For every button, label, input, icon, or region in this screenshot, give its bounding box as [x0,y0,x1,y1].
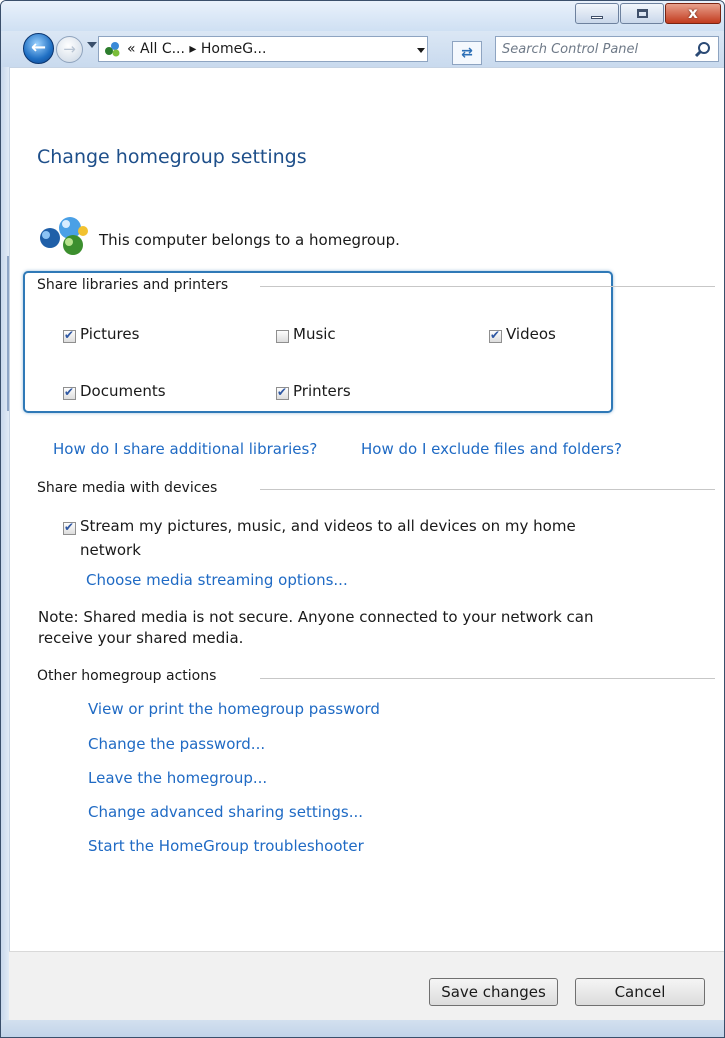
exclude-files-link[interactable]: How do I exclude files and folders? [361,440,622,458]
share-additional-libraries-link[interactable]: How do I share additional libraries? [53,440,317,458]
other-actions-divider [260,678,715,679]
forward-arrow-icon: → [63,40,76,58]
pictures-checkbox[interactable] [63,328,76,343]
control-panel-icon [105,42,120,57]
view-password-link[interactable]: View or print the homegroup password [88,700,380,718]
stream-media-checkbox[interactable] [63,520,76,535]
homegroup-status-text: This computer belongs to a homegroup. [99,231,400,249]
footer-bar: Save changes Cancel [9,951,724,1020]
control-panel-window: x ← → « All C... ▸ HomeG... ⇄ Cha [0,0,725,1038]
search-icon[interactable] [694,41,712,59]
back-button[interactable]: ← [23,33,54,64]
refresh-button[interactable]: ⇄ [452,41,482,65]
change-password-link[interactable]: Change the password... [88,735,265,753]
advanced-sharing-link[interactable]: Change advanced sharing settings... [88,803,363,821]
other-actions-header: Other homegroup actions [37,668,227,684]
recent-pages-dropdown[interactable] [87,42,97,48]
videos-label[interactable]: Videos [506,325,556,343]
navigation-pane-edge [1,67,9,1020]
share-libraries-header: Share libraries and printers [37,277,239,293]
share-media-divider [260,489,715,490]
navigation-bar: ← → « All C... ▸ HomeG... ⇄ [1,31,724,67]
refresh-icon: ⇄ [461,45,473,61]
stream-media-label-cont[interactable]: network [80,541,141,559]
search-box[interactable] [495,36,719,62]
videos-checkbox[interactable] [489,328,502,343]
media-streaming-options-link[interactable]: Choose media streaming options... [86,571,348,589]
music-label[interactable]: Music [293,325,336,343]
save-changes-button[interactable]: Save changes [429,978,558,1006]
title-bar: x [1,1,724,31]
back-arrow-icon: ← [30,37,47,58]
search-input[interactable] [502,40,682,58]
printers-checkbox[interactable] [276,385,289,400]
breadcrumb[interactable]: « All C... ▸ HomeG... [127,41,266,57]
documents-checkbox[interactable] [63,385,76,400]
address-bar[interactable]: « All C... ▸ HomeG... [98,36,428,62]
media-security-note-cont: receive your shared media. [38,629,244,647]
music-checkbox[interactable] [276,330,289,343]
documents-label[interactable]: Documents [80,382,166,400]
homegroup-icon [40,217,88,255]
maximize-button[interactable] [620,3,664,24]
content-pane: Change homegroup settings This computer … [9,67,724,1020]
page-title: Change homegroup settings [37,146,307,168]
troubleshooter-link[interactable]: Start the HomeGroup troubleshooter [88,837,364,855]
minimize-button[interactable] [575,3,619,24]
printers-label[interactable]: Printers [293,382,351,400]
window-bottom-frame [1,1020,724,1037]
close-button[interactable]: x [665,3,721,24]
close-icon: x [688,4,698,22]
minimize-icon [591,16,603,19]
pictures-label[interactable]: Pictures [80,325,139,343]
maximize-icon [637,9,648,18]
cancel-button[interactable]: Cancel [575,978,705,1006]
media-security-note: Note: Shared media is not secure. Anyone… [38,608,594,626]
share-libraries-divider [260,286,715,287]
address-dropdown-icon[interactable] [417,48,425,53]
forward-button[interactable]: → [56,36,83,63]
leave-homegroup-link[interactable]: Leave the homegroup... [88,769,267,787]
share-media-header: Share media with devices [37,480,228,496]
stream-media-label[interactable]: Stream my pictures, music, and videos to… [80,517,576,535]
